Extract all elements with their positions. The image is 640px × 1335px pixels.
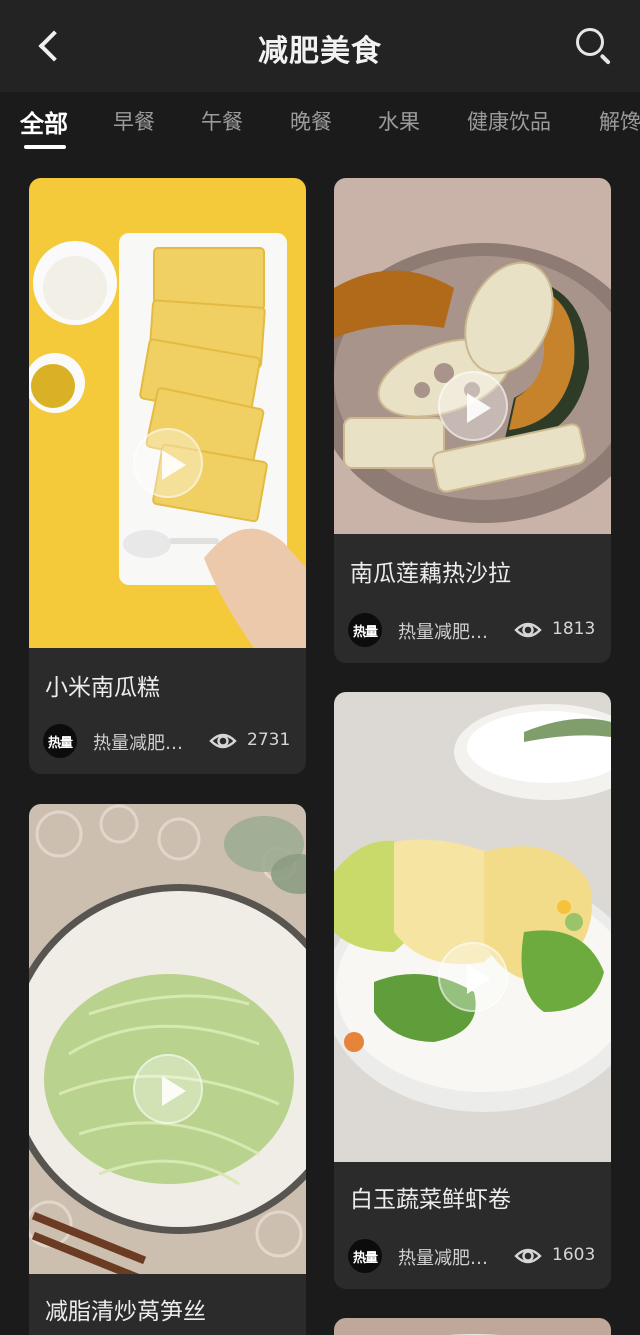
recipe-title: 南瓜莲藕热沙拉 xyxy=(350,561,511,587)
category-tabs: 全部 早餐 午餐 晚餐 水果 健康饮品 解馋 xyxy=(0,92,640,160)
view-count: 1813 xyxy=(552,619,596,639)
author-name[interactable]: 热量减肥… xyxy=(398,618,510,644)
author-name[interactable]: 热量减肥… xyxy=(398,1244,510,1270)
view-count: 1603 xyxy=(552,1245,596,1265)
author-name[interactable]: 热量减肥… xyxy=(93,729,205,755)
recipe-thumbnail xyxy=(29,178,306,648)
recipe-card[interactable]: 南瓜莲藕热沙拉 热量 热量减肥… 1813 xyxy=(334,178,611,663)
recipe-thumbnail xyxy=(334,692,611,1162)
recipe-card[interactable] xyxy=(334,1318,611,1335)
recipe-meta: 热量 热量减肥… 1603 xyxy=(348,1239,597,1275)
play-icon[interactable] xyxy=(132,428,203,498)
top-bar: 减肥美食 xyxy=(0,0,640,92)
recipe-card[interactable]: 小米南瓜糕 热量 热量减肥… 2731 xyxy=(29,178,306,774)
recipe-card[interactable]: 白玉蔬菜鲜虾卷 热量 热量减肥… 1603 xyxy=(334,692,611,1289)
eye-icon xyxy=(514,622,542,638)
recipe-thumbnail xyxy=(334,1318,611,1335)
tab-all[interactable]: 全部 xyxy=(20,104,68,139)
play-icon[interactable] xyxy=(132,1054,203,1124)
tab-lunch[interactable]: 午餐 xyxy=(201,106,243,136)
avatar[interactable]: 热量 xyxy=(348,613,382,647)
tab-breakfast[interactable]: 早餐 xyxy=(113,106,155,136)
tab-fruit[interactable]: 水果 xyxy=(378,106,420,136)
page-title: 减肥美食 xyxy=(258,34,382,69)
recipe-meta: 热量 热量减肥… 1813 xyxy=(348,613,597,649)
avatar[interactable]: 热量 xyxy=(43,724,77,758)
eye-icon xyxy=(209,733,237,749)
recipe-title: 减脂清炒莴笋丝 xyxy=(45,1299,206,1325)
recipe-card[interactable]: 减脂清炒莴笋丝 xyxy=(29,804,306,1335)
recipe-meta: 热量 热量减肥… 2731 xyxy=(43,724,292,760)
tab-healthy-drinks[interactable]: 健康饮品 xyxy=(467,106,551,136)
app-root: 减肥美食 全部 早餐 午餐 晚餐 水果 健康饮品 解馋 小米南瓜糕 热量 热量减… xyxy=(0,0,640,1335)
recipe-thumbnail xyxy=(334,178,611,534)
active-tab-indicator xyxy=(24,145,66,149)
view-count: 2731 xyxy=(247,730,291,750)
play-icon[interactable] xyxy=(437,942,508,1012)
tab-dinner[interactable]: 晚餐 xyxy=(290,106,332,136)
search-icon xyxy=(576,28,604,56)
eye-icon xyxy=(514,1248,542,1264)
recipe-title: 小米南瓜糕 xyxy=(45,675,160,701)
recipe-title: 白玉蔬菜鲜虾卷 xyxy=(350,1187,511,1213)
recipe-thumbnail xyxy=(29,804,306,1274)
tab-snacks[interactable]: 解馋 xyxy=(599,106,640,136)
search-button[interactable] xyxy=(574,26,614,66)
avatar[interactable]: 热量 xyxy=(348,1239,382,1273)
play-icon[interactable] xyxy=(437,371,508,441)
